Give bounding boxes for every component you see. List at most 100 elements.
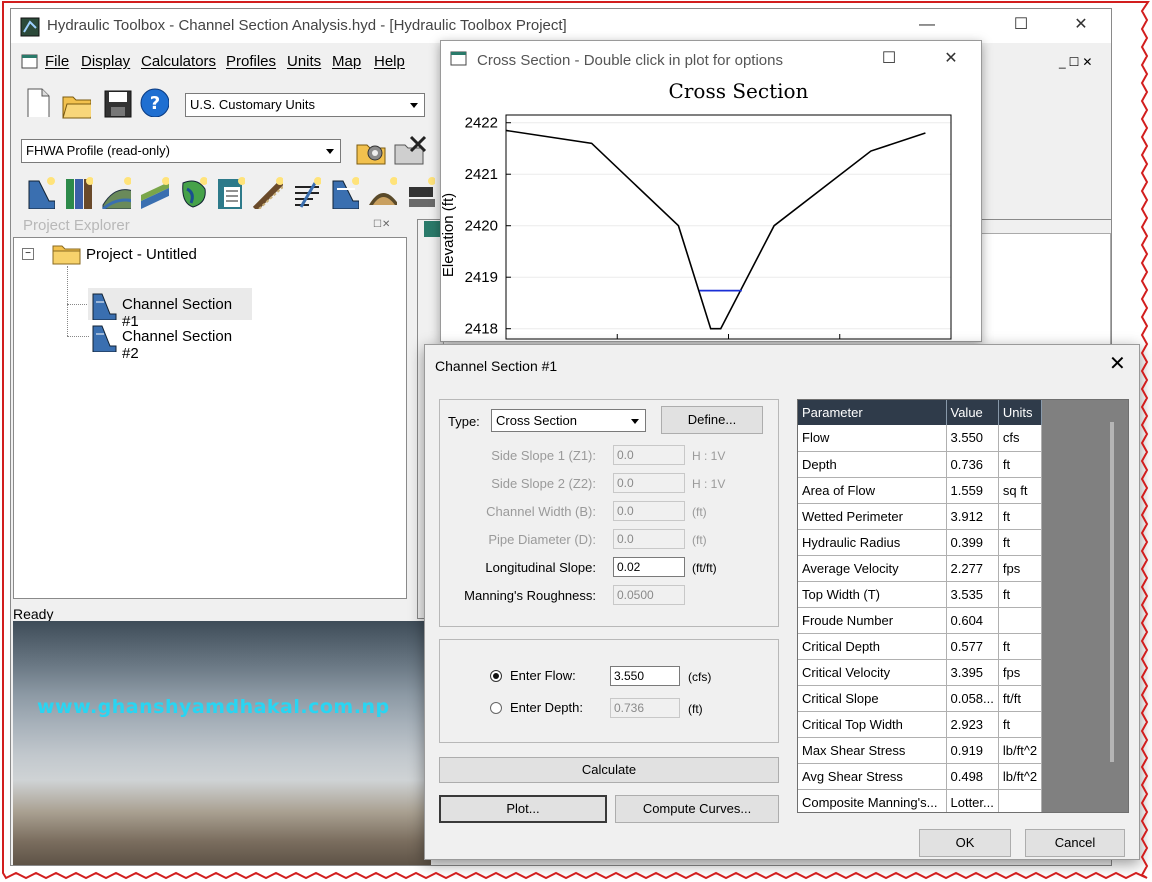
pipe-icon[interactable] xyxy=(405,175,435,209)
table-row[interactable]: Max Shear Stress 0.919 lb/ft^2 xyxy=(798,737,1043,764)
cell-parameter: Hydraulic Radius xyxy=(798,529,947,556)
header-units[interactable]: Units xyxy=(998,400,1043,425)
cell-units: fps xyxy=(998,555,1043,582)
table-row[interactable]: Wetted Perimeter 3.912 ft xyxy=(798,503,1043,530)
enter-flow-radio[interactable] xyxy=(490,670,502,682)
units-select[interactable]: U.S. Customary Units xyxy=(185,93,425,117)
hydrograph-icon[interactable] xyxy=(291,175,321,209)
dialog-close-button[interactable]: ✕ xyxy=(1109,351,1126,376)
channel-calculator-icon[interactable] xyxy=(25,175,55,209)
minimize-button[interactable]: — xyxy=(907,13,947,39)
riprap-icon[interactable] xyxy=(139,175,169,209)
open-folder-icon[interactable] xyxy=(61,89,91,119)
folder-icon xyxy=(52,245,81,265)
profile-delete-icon[interactable] xyxy=(393,133,429,167)
close-button[interactable]: ✕ xyxy=(1061,13,1101,39)
ok-button[interactable]: OK xyxy=(919,829,1011,857)
profile-settings-icon[interactable] xyxy=(355,135,389,167)
channel-section-dialog: Channel Section #1 ✕ Type: Cross Section… xyxy=(424,344,1140,860)
results-scrollbar[interactable] xyxy=(1110,422,1114,762)
channel-width-field[interactable]: 0.0 xyxy=(613,501,685,521)
header-parameter[interactable]: Parameter xyxy=(798,400,947,425)
tree-item-channel-section-1[interactable]: Channel Section #1 xyxy=(88,288,252,330)
menu-profiles[interactable]: Profiles xyxy=(226,53,276,70)
weir-calculator-icon[interactable] xyxy=(63,175,93,209)
cell-parameter: Critical Velocity xyxy=(798,659,947,686)
header-value[interactable]: Value xyxy=(946,400,999,425)
enter-depth-field[interactable]: 0.736 xyxy=(610,698,680,718)
culvert-icon[interactable] xyxy=(253,175,283,209)
cell-value: 0.919 xyxy=(946,737,999,764)
enter-flow-unit: (cfs) xyxy=(688,670,712,684)
cell-value: 0.058... xyxy=(946,685,999,712)
enter-depth-radio[interactable] xyxy=(490,702,502,714)
units-select-value: U.S. Customary Units xyxy=(190,97,315,112)
table-row[interactable]: Depth 0.736 ft xyxy=(798,451,1043,478)
gutter-flow-icon[interactable] xyxy=(329,175,359,209)
window-icon xyxy=(450,51,467,66)
save-icon[interactable] xyxy=(103,89,133,119)
define-button[interactable]: Define... xyxy=(661,406,763,434)
side-slope-1-field[interactable]: 0.0 xyxy=(613,445,685,465)
table-row[interactable]: Critical Slope 0.058... ft/ft xyxy=(798,685,1043,712)
mannings-roughness-field[interactable]: 0.0500 xyxy=(613,585,685,605)
cell-units: ft xyxy=(998,633,1043,660)
pipe-diameter-field[interactable]: 0.0 xyxy=(613,529,685,549)
xs-maximize-button[interactable]: ☐ xyxy=(869,47,909,73)
table-row[interactable]: Top Width (T) 3.535 ft xyxy=(798,581,1043,608)
pipe-diameter-label: Pipe Diameter (D): xyxy=(488,532,596,547)
xs-close-button[interactable]: ✕ xyxy=(931,47,971,73)
cell-units: ft/ft xyxy=(998,685,1043,712)
compute-curves-button[interactable]: Compute Curves... xyxy=(615,795,779,823)
menu-units[interactable]: Units xyxy=(287,53,321,70)
cell-value: 2.923 xyxy=(946,711,999,738)
maximize-button[interactable]: ☐ xyxy=(1001,13,1041,39)
table-row[interactable]: Critical Depth 0.577 ft xyxy=(798,633,1043,660)
table-row[interactable]: Composite Manning's... Lotter... xyxy=(798,789,1043,812)
pipe-diameter-unit: (ft) xyxy=(692,533,707,547)
calculator-toolbar xyxy=(25,175,465,213)
type-select[interactable]: Cross Section xyxy=(491,409,646,432)
side-slope-2-label: Side Slope 2 (Z2): xyxy=(491,476,596,491)
profile-select-value: FHWA Profile (read-only) xyxy=(26,143,170,158)
menu-display[interactable]: Display xyxy=(81,53,130,70)
cell-units: lb/ft^2 xyxy=(998,737,1043,764)
menu-help[interactable]: Help xyxy=(374,53,405,70)
lining-icon[interactable] xyxy=(177,175,207,209)
menu-file[interactable]: File xyxy=(45,53,69,70)
cross-section-plot[interactable]: Cross SectionStation (ft)Elevation (ft)0… xyxy=(441,71,981,341)
enter-flow-field[interactable]: 3.550 xyxy=(610,666,680,686)
profile-select[interactable]: FHWA Profile (read-only) xyxy=(21,139,341,163)
side-slope-2-field[interactable]: 0.0 xyxy=(613,473,685,493)
calculate-button[interactable]: Calculate xyxy=(439,757,779,783)
table-row[interactable]: Area of Flow 1.559 sq ft xyxy=(798,477,1043,504)
tree-item-channel-section-2[interactable]: Channel Section #2 xyxy=(88,320,252,362)
table-row[interactable]: Avg Shear Stress 0.498 lb/ft^2 xyxy=(798,763,1043,790)
tree-root[interactable]: Project - Untitled xyxy=(86,246,197,263)
table-row[interactable]: Flow 3.550 cfs xyxy=(798,425,1043,452)
help-icon[interactable]: ? xyxy=(139,87,169,117)
bridge-scour-icon[interactable] xyxy=(215,175,245,209)
table-row[interactable]: Froude Number 0.604 xyxy=(798,607,1043,634)
y-tick-label: 2419 xyxy=(465,269,498,286)
mdi-controls[interactable]: _☐✕ xyxy=(1059,55,1096,69)
cell-units: sq ft xyxy=(998,477,1043,504)
table-row[interactable]: Average Velocity 2.277 fps xyxy=(798,555,1043,582)
longitudinal-slope-field[interactable]: 0.02 xyxy=(613,557,685,577)
menu-calculators[interactable]: Calculators xyxy=(141,53,216,70)
plot-button[interactable]: Plot... xyxy=(439,795,607,823)
cell-value: 0.399 xyxy=(946,529,999,556)
explorer-controls[interactable]: ☐✕ xyxy=(373,219,390,230)
document-icon xyxy=(21,54,38,69)
cancel-button[interactable]: Cancel xyxy=(1025,829,1125,857)
dam-icon[interactable] xyxy=(367,175,397,209)
curb-gutter-icon[interactable] xyxy=(101,175,131,209)
collapse-toggle-icon[interactable]: − xyxy=(22,248,34,260)
table-row[interactable]: Critical Top Width 2.923 ft xyxy=(798,711,1043,738)
tree-line xyxy=(67,266,68,336)
menu-map[interactable]: Map xyxy=(332,53,361,70)
table-row[interactable]: Hydraulic Radius 0.399 ft xyxy=(798,529,1043,556)
table-row[interactable]: Critical Velocity 3.395 fps xyxy=(798,659,1043,686)
cell-parameter: Composite Manning's... xyxy=(798,789,947,812)
new-file-icon[interactable] xyxy=(23,87,53,117)
